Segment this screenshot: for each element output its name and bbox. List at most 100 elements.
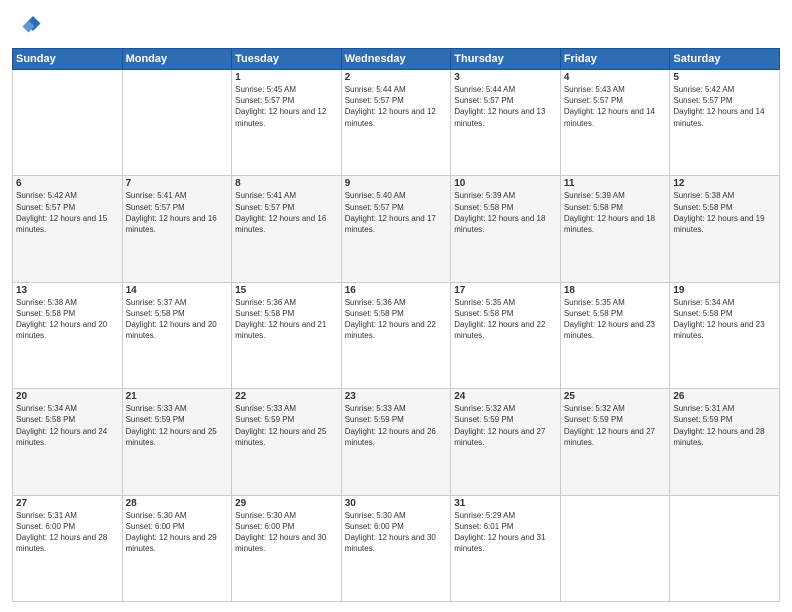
calendar-cell: 20 Sunrise: 5:34 AM Sunset: 5:58 PM Dayl… xyxy=(13,389,123,495)
week-row-1: 6 Sunrise: 5:42 AM Sunset: 5:57 PM Dayli… xyxy=(13,176,780,282)
header-saturday: Saturday xyxy=(670,49,780,70)
week-row-3: 20 Sunrise: 5:34 AM Sunset: 5:58 PM Dayl… xyxy=(13,389,780,495)
cell-sunset: Sunset: 5:59 PM xyxy=(564,414,667,425)
cell-day-number: 23 xyxy=(345,391,448,402)
calendar-cell: 19 Sunrise: 5:34 AM Sunset: 5:58 PM Dayl… xyxy=(670,282,780,388)
calendar-cell: 16 Sunrise: 5:36 AM Sunset: 5:58 PM Dayl… xyxy=(341,282,451,388)
cell-daylight: Daylight: 12 hours and 22 minutes. xyxy=(345,319,448,341)
cell-sunset: Sunset: 5:59 PM xyxy=(126,414,229,425)
cell-day-number: 29 xyxy=(235,498,338,509)
cell-sunset: Sunset: 5:58 PM xyxy=(16,308,119,319)
cell-sunset: Sunset: 5:57 PM xyxy=(345,202,448,213)
cell-daylight: Daylight: 12 hours and 19 minutes. xyxy=(673,213,776,235)
calendar-body: 1 Sunrise: 5:45 AM Sunset: 5:57 PM Dayli… xyxy=(13,70,780,602)
cell-day-number: 17 xyxy=(454,285,557,296)
cell-day-number: 31 xyxy=(454,498,557,509)
cell-sunrise: Sunrise: 5:35 AM xyxy=(454,297,557,308)
cell-daylight: Daylight: 12 hours and 13 minutes. xyxy=(454,106,557,128)
cell-sunrise: Sunrise: 5:29 AM xyxy=(454,510,557,521)
calendar-cell: 31 Sunrise: 5:29 AM Sunset: 6:01 PM Dayl… xyxy=(451,495,561,601)
calendar-cell: 28 Sunrise: 5:30 AM Sunset: 6:00 PM Dayl… xyxy=(122,495,232,601)
cell-sunset: Sunset: 5:58 PM xyxy=(454,202,557,213)
cell-daylight: Daylight: 12 hours and 28 minutes. xyxy=(673,426,776,448)
cell-sunset: Sunset: 5:58 PM xyxy=(16,414,119,425)
calendar-cell: 15 Sunrise: 5:36 AM Sunset: 5:58 PM Dayl… xyxy=(232,282,342,388)
cell-day-number: 10 xyxy=(454,178,557,189)
cell-daylight: Daylight: 12 hours and 15 minutes. xyxy=(16,213,119,235)
cell-sunset: Sunset: 6:00 PM xyxy=(126,521,229,532)
cell-sunset: Sunset: 6:00 PM xyxy=(16,521,119,532)
cell-sunrise: Sunrise: 5:33 AM xyxy=(235,403,338,414)
cell-daylight: Daylight: 12 hours and 25 minutes. xyxy=(126,426,229,448)
cell-daylight: Daylight: 12 hours and 12 minutes. xyxy=(235,106,338,128)
calendar-cell: 3 Sunrise: 5:44 AM Sunset: 5:57 PM Dayli… xyxy=(451,70,561,176)
cell-daylight: Daylight: 12 hours and 12 minutes. xyxy=(345,106,448,128)
cell-sunset: Sunset: 5:58 PM xyxy=(564,308,667,319)
cell-day-number: 25 xyxy=(564,391,667,402)
cell-sunrise: Sunrise: 5:45 AM xyxy=(235,84,338,95)
calendar-cell: 25 Sunrise: 5:32 AM Sunset: 5:59 PM Dayl… xyxy=(560,389,670,495)
cell-sunrise: Sunrise: 5:36 AM xyxy=(235,297,338,308)
cell-sunset: Sunset: 5:58 PM xyxy=(673,308,776,319)
calendar-cell: 24 Sunrise: 5:32 AM Sunset: 5:59 PM Dayl… xyxy=(451,389,561,495)
cell-sunset: Sunset: 6:01 PM xyxy=(454,521,557,532)
cell-sunrise: Sunrise: 5:33 AM xyxy=(345,403,448,414)
cell-day-number: 15 xyxy=(235,285,338,296)
cell-daylight: Daylight: 12 hours and 17 minutes. xyxy=(345,213,448,235)
header-row: Sunday Monday Tuesday Wednesday Thursday… xyxy=(13,49,780,70)
cell-sunrise: Sunrise: 5:30 AM xyxy=(235,510,338,521)
cell-day-number: 1 xyxy=(235,72,338,83)
calendar-cell xyxy=(670,495,780,601)
calendar-cell: 29 Sunrise: 5:30 AM Sunset: 6:00 PM Dayl… xyxy=(232,495,342,601)
header-tuesday: Tuesday xyxy=(232,49,342,70)
cell-sunrise: Sunrise: 5:34 AM xyxy=(673,297,776,308)
cell-day-number: 28 xyxy=(126,498,229,509)
header xyxy=(12,10,780,40)
header-wednesday: Wednesday xyxy=(341,49,451,70)
cell-daylight: Daylight: 12 hours and 20 minutes. xyxy=(16,319,119,341)
cell-sunset: Sunset: 5:57 PM xyxy=(16,202,119,213)
cell-day-number: 16 xyxy=(345,285,448,296)
calendar-cell: 2 Sunrise: 5:44 AM Sunset: 5:57 PM Dayli… xyxy=(341,70,451,176)
calendar-cell: 26 Sunrise: 5:31 AM Sunset: 5:59 PM Dayl… xyxy=(670,389,780,495)
header-sunday: Sunday xyxy=(13,49,123,70)
cell-sunrise: Sunrise: 5:36 AM xyxy=(345,297,448,308)
calendar-cell: 5 Sunrise: 5:42 AM Sunset: 5:57 PM Dayli… xyxy=(670,70,780,176)
cell-day-number: 19 xyxy=(673,285,776,296)
cell-sunrise: Sunrise: 5:38 AM xyxy=(673,190,776,201)
cell-sunset: Sunset: 5:57 PM xyxy=(345,95,448,106)
cell-day-number: 8 xyxy=(235,178,338,189)
header-monday: Monday xyxy=(122,49,232,70)
cell-sunset: Sunset: 5:57 PM xyxy=(564,95,667,106)
cell-day-number: 18 xyxy=(564,285,667,296)
cell-sunrise: Sunrise: 5:31 AM xyxy=(673,403,776,414)
cell-sunrise: Sunrise: 5:30 AM xyxy=(126,510,229,521)
cell-daylight: Daylight: 12 hours and 26 minutes. xyxy=(345,426,448,448)
cell-day-number: 21 xyxy=(126,391,229,402)
cell-daylight: Daylight: 12 hours and 23 minutes. xyxy=(673,319,776,341)
cell-daylight: Daylight: 12 hours and 27 minutes. xyxy=(454,426,557,448)
cell-sunset: Sunset: 5:57 PM xyxy=(673,95,776,106)
cell-day-number: 4 xyxy=(564,72,667,83)
cell-sunset: Sunset: 5:58 PM xyxy=(345,308,448,319)
cell-day-number: 11 xyxy=(564,178,667,189)
cell-day-number: 14 xyxy=(126,285,229,296)
cell-sunrise: Sunrise: 5:32 AM xyxy=(454,403,557,414)
logo-icon xyxy=(12,10,42,40)
calendar-cell: 13 Sunrise: 5:38 AM Sunset: 5:58 PM Dayl… xyxy=(13,282,123,388)
calendar-cell: 30 Sunrise: 5:30 AM Sunset: 6:00 PM Dayl… xyxy=(341,495,451,601)
cell-sunrise: Sunrise: 5:34 AM xyxy=(16,403,119,414)
cell-daylight: Daylight: 12 hours and 28 minutes. xyxy=(16,532,119,554)
cell-sunset: Sunset: 5:57 PM xyxy=(235,95,338,106)
cell-daylight: Daylight: 12 hours and 20 minutes. xyxy=(126,319,229,341)
cell-sunset: Sunset: 5:59 PM xyxy=(673,414,776,425)
cell-day-number: 2 xyxy=(345,72,448,83)
cell-day-number: 24 xyxy=(454,391,557,402)
cell-sunrise: Sunrise: 5:30 AM xyxy=(345,510,448,521)
calendar-cell xyxy=(122,70,232,176)
cell-sunset: Sunset: 5:58 PM xyxy=(235,308,338,319)
cell-daylight: Daylight: 12 hours and 23 minutes. xyxy=(564,319,667,341)
cell-sunrise: Sunrise: 5:39 AM xyxy=(454,190,557,201)
cell-sunrise: Sunrise: 5:40 AM xyxy=(345,190,448,201)
cell-sunrise: Sunrise: 5:35 AM xyxy=(564,297,667,308)
